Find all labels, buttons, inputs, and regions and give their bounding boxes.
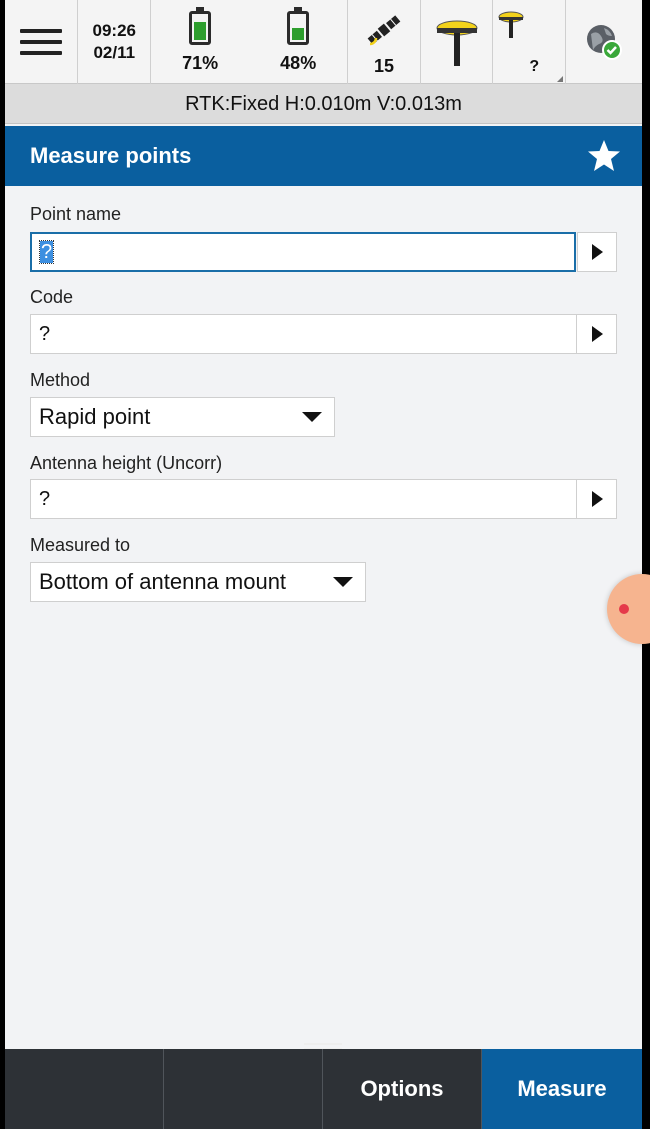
- menu-button[interactable]: [5, 0, 79, 84]
- corner-indicator: [556, 76, 563, 82]
- point-name-value: ?: [38, 240, 55, 264]
- satellite-icon: [367, 14, 401, 45]
- options-button[interactable]: Options: [323, 1049, 482, 1129]
- battery-1: 71%: [182, 6, 219, 74]
- menu-icon: [20, 22, 63, 62]
- base-receiver[interactable]: ?: [493, 0, 566, 84]
- method-label: Method: [30, 370, 91, 390]
- antenna-height-arrow-button[interactable]: [576, 480, 616, 518]
- page-title: Measure points: [30, 143, 192, 168]
- status-bar: 09:26 02/11 71% 48% 15 ?: [5, 0, 642, 84]
- chevron-down-icon: [302, 412, 322, 422]
- rover-receiver[interactable]: [421, 0, 494, 84]
- bottom-action-bar: Options Measure: [5, 1049, 642, 1129]
- connection-status[interactable]: [566, 0, 642, 84]
- measure-button[interactable]: Measure: [482, 1049, 642, 1129]
- point-name-arrow-button[interactable]: [577, 232, 617, 272]
- app-screen: 09:26 02/11 71% 48% 15 ? RTK:Fixed H:0.0…: [5, 0, 642, 1129]
- code-label: Code: [30, 287, 74, 307]
- gnss-rover-icon: [436, 20, 478, 66]
- softkey-1[interactable]: [5, 1049, 164, 1129]
- satellite-status[interactable]: 15: [348, 0, 421, 84]
- code-value: ?: [39, 323, 51, 345]
- satellite-count: 15: [374, 55, 395, 76]
- code-arrow-button[interactable]: [576, 315, 616, 353]
- method-value: Rapid point: [39, 404, 151, 429]
- point-name-input[interactable]: ?: [30, 232, 576, 272]
- play-arrow-icon: [592, 244, 603, 260]
- chevron-down-icon: [333, 577, 353, 587]
- measured-to-dropdown[interactable]: Bottom of antenna mount: [30, 562, 366, 602]
- antenna-height-label: Antenna height (Uncorr): [30, 453, 223, 473]
- battery-icon: [189, 6, 212, 45]
- antenna-height-input[interactable]: ?: [30, 479, 617, 519]
- play-arrow-icon: [591, 491, 603, 507]
- play-arrow-icon: [591, 326, 603, 342]
- battery-1-percent: 71%: [182, 52, 219, 73]
- code-input[interactable]: ?: [30, 314, 617, 354]
- time-text: 09:26: [92, 21, 136, 40]
- base-status-text: ?: [529, 58, 540, 75]
- date-text: 02/11: [93, 43, 136, 62]
- point-name-label: Point name: [30, 204, 122, 224]
- gnss-base-icon: [498, 11, 524, 38]
- time-date[interactable]: 09:26 02/11: [78, 0, 152, 84]
- favorite-star-icon[interactable]: [586, 138, 622, 174]
- battery-icon: [287, 6, 310, 45]
- antenna-height-value: ?: [39, 488, 51, 510]
- softkey-2[interactable]: [164, 1049, 323, 1129]
- measured-to-value: Bottom of antenna mount: [39, 569, 287, 594]
- globe-check-icon: [586, 25, 622, 60]
- battery-status[interactable]: 71% 48%: [151, 0, 349, 84]
- battery-2: 48%: [280, 6, 317, 74]
- measured-to-label: Measured to: [30, 535, 131, 555]
- battery-2-percent: 48%: [280, 52, 317, 73]
- page-header: Measure points: [5, 126, 642, 186]
- rtk-status-bar[interactable]: RTK:Fixed H:0.010m V:0.013m: [5, 84, 642, 124]
- method-dropdown[interactable]: Rapid point: [30, 397, 335, 437]
